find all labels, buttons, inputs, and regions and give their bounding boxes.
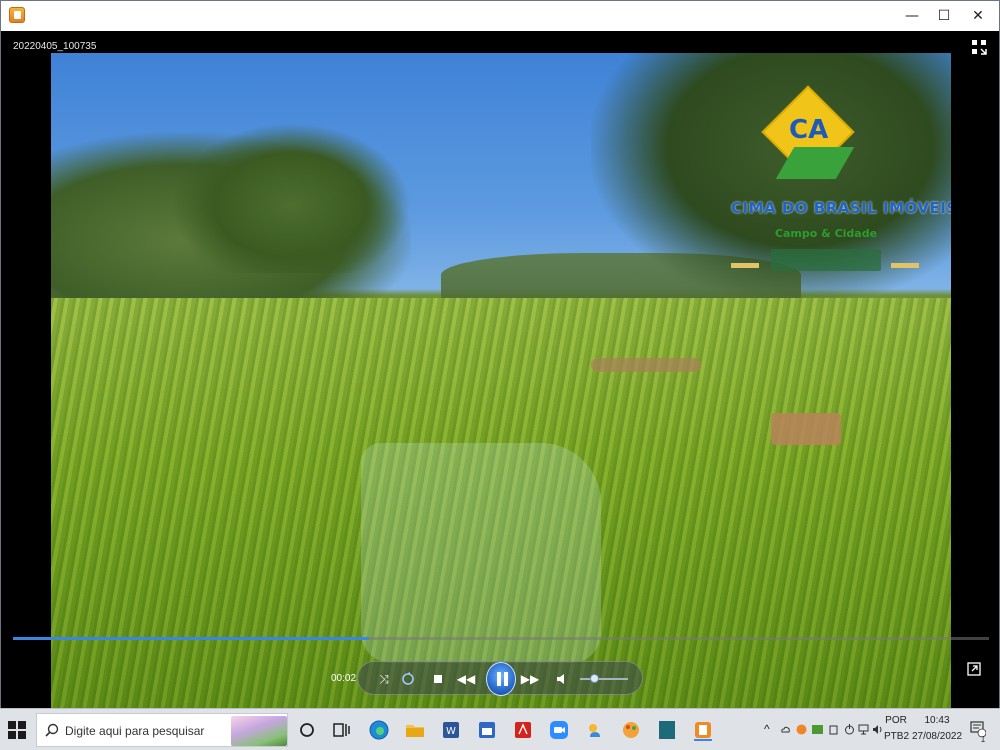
- notification-count: 1: [980, 735, 986, 744]
- calendar-app-icon[interactable]: [476, 719, 498, 741]
- avast-icon[interactable]: [796, 724, 807, 735]
- watermark-logo: CA CIMA DO BRASIL IMÓVEIS Campo & Cidade: [731, 85, 951, 289]
- media-player-app-icon: [9, 7, 25, 23]
- seek-bar-fill: [13, 637, 370, 640]
- onedrive-icon[interactable]: [780, 724, 791, 735]
- notes-app-icon[interactable]: [656, 719, 678, 741]
- speaker-icon[interactable]: [554, 671, 570, 687]
- stop-icon[interactable]: [430, 671, 446, 687]
- pause-icon: [497, 672, 501, 686]
- playback-controls: ⤨ ◀◀ ▶▶: [357, 661, 643, 696]
- previous-icon[interactable]: ◀◀: [457, 671, 475, 687]
- file-title: 20220405_100735: [13, 41, 97, 52]
- usb-device-icon[interactable]: [828, 724, 839, 735]
- shuffle-icon[interactable]: ⤨: [376, 671, 392, 687]
- logo-bar: [731, 263, 759, 268]
- weather-icon[interactable]: [584, 719, 606, 741]
- keyboard-layout[interactable]: PTB2: [884, 731, 909, 742]
- taskbar: Digite aqui para pesquisar W ^ POR PTB2 …: [0, 708, 1000, 750]
- video-frame: CA CIMA DO BRASIL IMÓVEIS Campo & Cidade: [51, 53, 951, 708]
- show-hidden-icons-chevron[interactable]: ^: [764, 722, 770, 736]
- trees-left-back: [171, 123, 411, 273]
- acrobat-icon[interactable]: [512, 719, 534, 741]
- pause-button[interactable]: [486, 662, 516, 696]
- search-icon: [45, 723, 59, 737]
- logo-bar: [891, 263, 919, 268]
- word-icon[interactable]: W: [440, 719, 462, 741]
- logo-tagline: Campo & Cidade: [774, 227, 878, 240]
- task-view-icon[interactable]: [330, 719, 352, 741]
- fullscreen-icon[interactable]: [967, 662, 981, 676]
- media-player-taskbar-icon[interactable]: [692, 719, 714, 741]
- search-placeholder: Digite aqui para pesquisar: [65, 724, 205, 738]
- svg-text:W: W: [446, 726, 456, 737]
- paint-icon[interactable]: [620, 719, 642, 741]
- media-player-window: — ☐ ✕ 20220405_100735 CA CIMA DO BRASIL: [0, 0, 1000, 708]
- minimize-button[interactable]: —: [895, 1, 929, 31]
- seek-bar[interactable]: [13, 637, 989, 640]
- elapsed-time: 00:02: [331, 673, 357, 684]
- network-icon[interactable]: [858, 724, 869, 735]
- volume-slider[interactable]: [580, 674, 628, 683]
- search-highlight-image: [231, 716, 287, 746]
- logo-brand-name: CIMA DO BRASIL IMÓVEIS: [731, 199, 951, 217]
- switch-to-library-icon[interactable]: [971, 39, 987, 55]
- taskbar-search[interactable]: Digite aqui para pesquisar: [36, 713, 288, 747]
- volume-tray-icon[interactable]: [872, 724, 883, 735]
- dirt-patch: [591, 358, 701, 372]
- zoom-icon[interactable]: [548, 719, 570, 741]
- cortana-icon[interactable]: [296, 719, 318, 741]
- edge-browser-icon[interactable]: [368, 719, 390, 741]
- watermark-ghost: [361, 443, 601, 663]
- maximize-button[interactable]: ☐: [927, 1, 961, 31]
- clock-time[interactable]: 10:43: [912, 715, 962, 726]
- volume-knob[interactable]: [590, 674, 600, 683]
- nvidia-icon[interactable]: [812, 724, 823, 735]
- clock-date[interactable]: 27/08/2022: [910, 731, 964, 742]
- input-language[interactable]: POR: [884, 715, 908, 726]
- windows-start-icon[interactable]: [8, 721, 26, 739]
- title-bar[interactable]: — ☐ ✕: [1, 1, 999, 31]
- pause-icon: [504, 672, 508, 686]
- dirt-patch: [771, 413, 841, 445]
- repeat-icon[interactable]: [400, 671, 416, 687]
- power-icon[interactable]: [844, 724, 855, 735]
- logo-badge: [771, 249, 881, 271]
- logo-initials: CA: [789, 115, 829, 145]
- next-icon[interactable]: ▶▶: [521, 671, 539, 687]
- video-area[interactable]: 20220405_100735 CA CIMA DO BRASIL IMÓVEI…: [1, 31, 999, 708]
- file-explorer-icon[interactable]: [404, 719, 426, 741]
- close-button[interactable]: ✕: [961, 1, 995, 31]
